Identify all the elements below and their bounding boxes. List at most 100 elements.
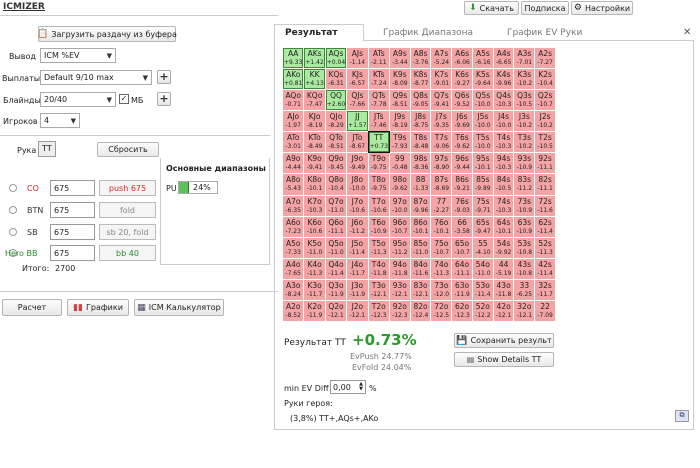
hand-cell[interactable]: 76s -9.03 bbox=[452, 195, 472, 216]
hand-cell[interactable]: A8o -5.43 bbox=[283, 174, 304, 195]
hand-cell[interactable]: 88 -1.33 bbox=[410, 174, 431, 195]
blinds-select[interactable]: 20/40 ▼ bbox=[40, 92, 116, 107]
hand-cell[interactable]: 96o -10.7 bbox=[389, 216, 410, 237]
hand-cell[interactable]: T3o -12.1 bbox=[368, 279, 389, 300]
hand-cell[interactable]: A7s -5.24 bbox=[431, 48, 452, 69]
hand-cell[interactable]: A5s -6.16 bbox=[472, 48, 493, 69]
hand-cell[interactable]: AJo -1.97 bbox=[283, 111, 304, 132]
hand-cell[interactable]: 54o -11.0 bbox=[472, 258, 493, 279]
player-action-button[interactable]: bb 40 bbox=[99, 245, 156, 261]
hand-cell[interactable]: KJs -6.57 bbox=[347, 69, 368, 90]
player-stack-input[interactable]: 675 bbox=[50, 180, 95, 196]
hand-cell[interactable]: 97o -10.0 bbox=[389, 195, 410, 216]
hand-cell[interactable]: A2o -8.52 bbox=[283, 300, 304, 321]
hand-cell[interactable]: 54s -9.92 bbox=[493, 237, 514, 258]
hand-cell[interactable]: QQ +2.60 bbox=[325, 90, 347, 111]
hand-cell[interactable]: A9o -4.44 bbox=[283, 153, 304, 174]
hand-cell[interactable]: T5o -11.3 bbox=[368, 237, 389, 258]
hand-cell[interactable]: 33 -6.25 bbox=[514, 279, 535, 300]
hand-cell[interactable]: J6s -9.69 bbox=[452, 111, 472, 132]
hand-cell[interactable]: K5o -11.0 bbox=[304, 237, 325, 258]
hand-cell[interactable]: 94s -10.3 bbox=[493, 153, 514, 174]
hand-cell[interactable]: ATo -3.01 bbox=[283, 132, 304, 153]
hand-cell[interactable]: 85o -11.0 bbox=[410, 237, 431, 258]
hand-cell[interactable]: A5o -7.33 bbox=[283, 237, 304, 258]
subscribe-button[interactable]: Подписка bbox=[521, 1, 569, 15]
hand-cell[interactable]: TT +0.73 bbox=[367, 131, 390, 154]
player-action-button[interactable]: push 675 bbox=[99, 180, 156, 196]
hand-cell[interactable]: 82o -12.4 bbox=[410, 300, 431, 321]
tab-range-chart[interactable]: График Диапазона bbox=[383, 28, 473, 38]
hand-cell[interactable]: K6o -10.6 bbox=[304, 216, 325, 237]
hand-cell[interactable]: Q4o -11.4 bbox=[325, 258, 347, 279]
hand-cell[interactable]: J5s -10.0 bbox=[472, 111, 493, 132]
hand-cell[interactable]: K6s -9.27 bbox=[452, 69, 472, 90]
hand-cell[interactable]: Q3o -11.9 bbox=[325, 279, 347, 300]
hand-cell[interactable]: 32s -11.7 bbox=[535, 279, 555, 300]
hand-cell[interactable]: AKs +1.42 bbox=[304, 48, 325, 69]
hand-cell[interactable]: Q7s -9.41 bbox=[431, 90, 452, 111]
hand-cell[interactable]: A9s -3.44 bbox=[389, 48, 410, 69]
hand-cell[interactable]: T3s -10.2 bbox=[514, 132, 535, 153]
hand-cell[interactable]: 74s -10.3 bbox=[493, 195, 514, 216]
hand-cell[interactable]: J8o -10.0 bbox=[347, 174, 368, 195]
hand-cell[interactable]: T7o -10.6 bbox=[368, 195, 389, 216]
hand-cell[interactable]: 53o -11.4 bbox=[472, 279, 493, 300]
hand-cell[interactable]: KTs -7.24 bbox=[368, 69, 389, 90]
hand-cell[interactable]: A2s -7.27 bbox=[535, 48, 555, 69]
close-icon[interactable]: ✕ bbox=[683, 27, 691, 38]
load-from-clipboard-button[interactable]: 📋 Загрузить раздачу из буфера bbox=[37, 26, 177, 42]
hand-cell[interactable]: T9o -9.75 bbox=[368, 153, 389, 174]
hand-cell[interactable]: AQs +0.04 bbox=[325, 48, 347, 69]
calculate-button[interactable]: Расчет bbox=[2, 299, 62, 316]
hand-cell[interactable]: 77 -2.27 bbox=[431, 195, 452, 216]
show-details-button[interactable]: ▤ Show Details TT bbox=[454, 352, 554, 367]
hand-cell[interactable]: T6o -10.9 bbox=[368, 216, 389, 237]
hand-cell[interactable]: 42o -12.1 bbox=[493, 300, 514, 321]
hand-cell[interactable]: 53s -10.8 bbox=[514, 237, 535, 258]
hand-cell[interactable]: 73s -10.9 bbox=[514, 195, 535, 216]
hand-cell[interactable]: J4o -11.7 bbox=[347, 258, 368, 279]
hand-cell[interactable]: K3o -11.7 bbox=[304, 279, 325, 300]
hand-cell[interactable]: 55 -4.10 bbox=[472, 237, 493, 258]
hand-cell[interactable]: T7s -9.06 bbox=[431, 132, 452, 153]
hand-value-box[interactable]: TT bbox=[38, 141, 56, 157]
hand-cell[interactable]: J7o -10.6 bbox=[347, 195, 368, 216]
hand-cell[interactable]: T4o -11.8 bbox=[368, 258, 389, 279]
hand-cell[interactable]: ATs -2.11 bbox=[368, 48, 389, 69]
hand-cell[interactable]: K9s -8.09 bbox=[389, 69, 410, 90]
hand-cell[interactable]: K8o -10.1 bbox=[304, 174, 325, 195]
hand-cell[interactable]: Q7o -11.0 bbox=[325, 195, 347, 216]
hand-cell[interactable]: 22 -7.09 bbox=[535, 300, 555, 321]
hand-cell[interactable]: 85s -9.89 bbox=[472, 174, 493, 195]
hand-cell[interactable]: 64s -10.1 bbox=[493, 216, 514, 237]
hand-cell[interactable]: 73o -12.0 bbox=[431, 279, 452, 300]
hand-cell[interactable]: 99 -0.48 bbox=[389, 153, 410, 174]
hand-cell[interactable]: 93o -12.1 bbox=[389, 279, 410, 300]
hand-cell[interactable]: J8s -8.75 bbox=[410, 111, 431, 132]
add-payout-button[interactable]: + bbox=[157, 70, 171, 84]
hand-cell[interactable]: J2s -10.2 bbox=[535, 111, 555, 132]
hand-cell[interactable]: A6o -7.23 bbox=[283, 216, 304, 237]
hand-cell[interactable]: K7s -9.01 bbox=[431, 69, 452, 90]
hand-cell[interactable]: J6o -11.2 bbox=[347, 216, 368, 237]
hand-cell[interactable]: JJ +1.57 bbox=[347, 111, 368, 132]
hand-cell[interactable]: 86s -9.21 bbox=[452, 174, 472, 195]
player-stack-input[interactable]: 675 bbox=[50, 202, 95, 218]
hand-cell[interactable]: Q2o -12.1 bbox=[325, 300, 347, 321]
hand-cell[interactable]: AA +9.33 bbox=[283, 48, 304, 69]
save-result-button[interactable]: 💾 Сохранить результ bbox=[454, 333, 554, 348]
hand-cell[interactable]: 65o -10.7 bbox=[452, 237, 472, 258]
hand-cell[interactable]: 86o -10.1 bbox=[410, 216, 431, 237]
charts-button[interactable]: ▮▮ Графики bbox=[67, 299, 129, 316]
hand-cell[interactable]: J4s -10.0 bbox=[493, 111, 514, 132]
hand-cell[interactable]: K2s -10.4 bbox=[535, 69, 555, 90]
hand-cell[interactable]: KK +4.13 bbox=[304, 69, 325, 90]
hand-cell[interactable]: JTo -8.67 bbox=[347, 132, 368, 153]
hand-cell[interactable]: T9s -7.93 bbox=[389, 132, 410, 153]
hand-cell[interactable]: 62s -11.4 bbox=[535, 216, 555, 237]
hand-cell[interactable]: KQs -6.31 bbox=[325, 69, 347, 90]
icm-calculator-button[interactable]: ▦ ICM Калькулятор bbox=[134, 299, 224, 316]
hand-cell[interactable]: 72o -12.5 bbox=[431, 300, 452, 321]
hand-cell[interactable]: 44 -5.19 bbox=[493, 258, 514, 279]
